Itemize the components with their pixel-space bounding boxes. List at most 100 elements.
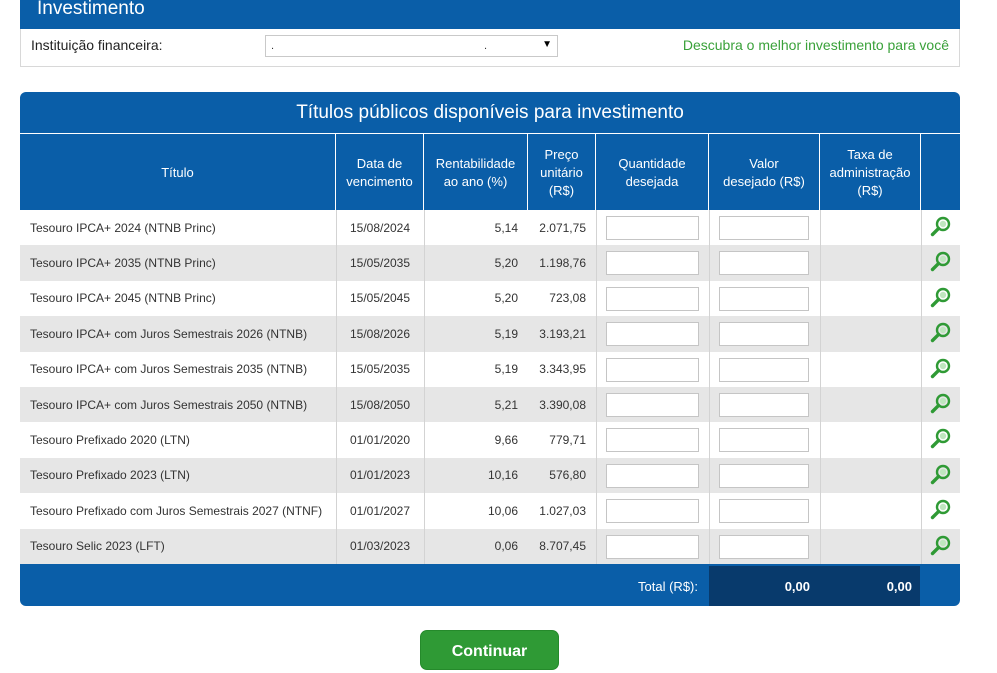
row-preco: 3.390,08 bbox=[539, 397, 586, 412]
continue-button[interactable]: Continuar bbox=[420, 630, 559, 670]
row-titulo: Tesouro IPCA+ 2024 (NTNB Princ) bbox=[30, 220, 216, 235]
row-preco: 3.343,95 bbox=[539, 362, 586, 377]
row-titulo: Tesouro IPCA+ com Juros Semestrais 2026 … bbox=[30, 326, 308, 341]
zoom-icon[interactable] bbox=[930, 251, 952, 273]
value-input[interactable] bbox=[719, 286, 809, 311]
table-row: Tesouro IPCA+ com Juros Semestrais 2026 … bbox=[20, 316, 960, 352]
total-label: Total (R$): bbox=[638, 578, 698, 594]
value-input[interactable] bbox=[719, 322, 809, 347]
row-preco: 1.027,03 bbox=[539, 503, 586, 518]
table-row: Tesouro IPCA+ com Juros Semestrais 2035 … bbox=[20, 351, 960, 387]
zoom-icon[interactable] bbox=[930, 464, 952, 486]
quantity-input[interactable] bbox=[606, 251, 699, 276]
zoom-icon[interactable] bbox=[930, 322, 952, 344]
value-input[interactable] bbox=[719, 216, 809, 240]
zoom-icon[interactable] bbox=[930, 535, 952, 557]
row-vencimento: 15/08/2024 bbox=[349, 220, 411, 235]
table-header-row: Título Data de vencimento Rentabilidade … bbox=[20, 133, 960, 211]
column-divider bbox=[709, 316, 710, 352]
row-titulo: Tesouro IPCA+ 2035 (NTNB Princ) bbox=[30, 256, 216, 271]
row-titulo: Tesouro Selic 2023 (LFT) bbox=[30, 539, 165, 554]
quantity-input[interactable] bbox=[606, 392, 699, 417]
zoom-icon[interactable] bbox=[930, 216, 952, 238]
quantity-input[interactable] bbox=[606, 286, 699, 311]
investment-title: Investimento bbox=[37, 0, 145, 19]
column-divider bbox=[820, 422, 821, 458]
value-input[interactable] bbox=[719, 534, 809, 559]
zoom-icon[interactable] bbox=[930, 499, 952, 521]
column-divider bbox=[596, 245, 597, 281]
row-rentabilidade: 5,20 bbox=[494, 291, 518, 306]
value-input[interactable] bbox=[719, 251, 809, 276]
row-preco: 779,71 bbox=[549, 433, 586, 448]
value-input[interactable] bbox=[719, 357, 809, 382]
value-input[interactable] bbox=[719, 499, 809, 524]
column-divider bbox=[596, 493, 597, 529]
quantity-input[interactable] bbox=[606, 534, 699, 559]
row-vencimento: 15/08/2050 bbox=[349, 397, 411, 412]
header-rentabilidade: Rentabilidade ao ano (%) bbox=[424, 134, 528, 211]
column-divider bbox=[596, 386, 597, 423]
zoom-icon[interactable] bbox=[930, 358, 952, 380]
table-footer-row: Total (R$): 0,00 0,00 bbox=[20, 566, 960, 606]
zoom-icon[interactable] bbox=[930, 287, 952, 309]
quantity-input[interactable] bbox=[606, 463, 699, 488]
row-rentabilidade: 10,06 bbox=[487, 503, 518, 518]
column-divider bbox=[820, 386, 821, 423]
row-preco: 723,08 bbox=[549, 291, 586, 306]
quantity-input[interactable] bbox=[606, 216, 699, 240]
table-row: Tesouro IPCA+ 2024 (NTNB Princ) 15/08/202… bbox=[20, 210, 960, 246]
quantity-input[interactable] bbox=[606, 357, 699, 382]
column-divider bbox=[596, 528, 597, 564]
row-preco: 2.071,75 bbox=[539, 220, 586, 235]
column-divider bbox=[709, 280, 710, 317]
total-taxa: 0,00 bbox=[886, 578, 912, 594]
column-divider bbox=[596, 457, 597, 494]
row-preco: 1.198,76 bbox=[539, 256, 586, 271]
titles-table-panel: Títulos públicos disponíveis para invest… bbox=[20, 92, 960, 606]
column-divider bbox=[709, 245, 710, 281]
quantity-input[interactable] bbox=[606, 428, 699, 453]
row-vencimento: 01/03/2023 bbox=[349, 539, 411, 554]
value-input[interactable] bbox=[719, 428, 809, 453]
header-quantidade: Quantidade desejada bbox=[596, 134, 709, 211]
column-divider bbox=[820, 528, 821, 564]
row-vencimento: 15/05/2045 bbox=[349, 291, 411, 306]
column-divider bbox=[820, 280, 821, 317]
header-taxa: Taxa de administração (R$) bbox=[820, 134, 921, 211]
row-rentabilidade: 5,19 bbox=[494, 326, 518, 341]
column-divider bbox=[596, 280, 597, 317]
dropdown-arrow-icon: ▼ bbox=[542, 39, 552, 50]
value-input[interactable] bbox=[719, 392, 809, 417]
column-divider bbox=[596, 351, 597, 387]
zoom-icon[interactable] bbox=[930, 428, 952, 450]
column-divider bbox=[709, 422, 710, 458]
quantity-input[interactable] bbox=[606, 499, 699, 524]
column-divider bbox=[921, 493, 922, 529]
investment-panel: Investimento Instituição financeira: . .… bbox=[20, 0, 960, 67]
column-divider bbox=[709, 457, 710, 494]
row-titulo: Tesouro IPCA+ com Juros Semestrais 2035 … bbox=[30, 362, 308, 377]
column-divider bbox=[709, 351, 710, 387]
row-titulo: Tesouro IPCA+ 2045 (NTNB Princ) bbox=[30, 291, 216, 306]
quantity-input[interactable] bbox=[606, 322, 699, 347]
row-preco: 3.193,21 bbox=[539, 326, 586, 341]
value-input[interactable] bbox=[719, 463, 809, 488]
column-divider bbox=[820, 351, 821, 387]
table-body: Tesouro IPCA+ 2024 (NTNB Princ) 15/08/202… bbox=[20, 210, 960, 564]
column-divider bbox=[921, 457, 922, 494]
header-valor: Valor desejado (R$) bbox=[709, 134, 820, 211]
column-divider bbox=[820, 493, 821, 529]
row-vencimento: 01/01/2027 bbox=[349, 503, 411, 518]
row-vencimento: 15/05/2035 bbox=[349, 256, 411, 271]
row-titulo: Tesouro Prefixado 2020 (LTN) bbox=[30, 433, 190, 448]
institution-select-value-2: . bbox=[484, 40, 488, 52]
zoom-icon[interactable] bbox=[930, 393, 952, 415]
column-divider bbox=[921, 422, 922, 458]
discover-investment-link[interactable]: Descubra o melhor investimento para você bbox=[683, 37, 949, 53]
row-rentabilidade: 10,16 bbox=[487, 468, 518, 483]
table-title: Títulos públicos disponíveis para invest… bbox=[296, 102, 684, 123]
column-divider bbox=[921, 245, 922, 281]
header-vencimento: Data de vencimento bbox=[336, 134, 424, 211]
institution-select[interactable]: . . ▼ bbox=[265, 35, 558, 57]
